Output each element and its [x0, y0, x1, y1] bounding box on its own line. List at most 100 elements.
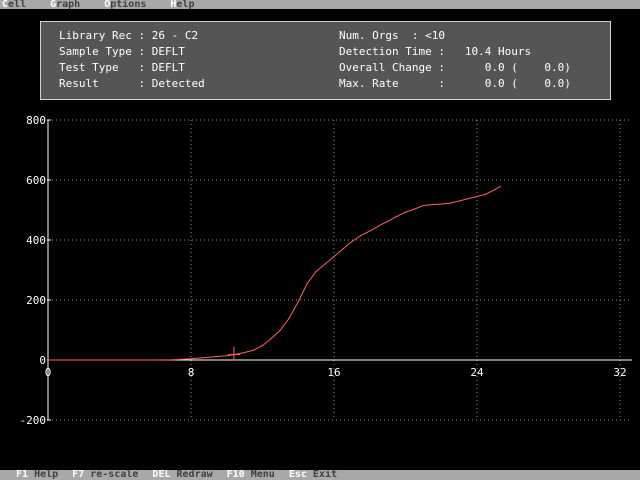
- max-rate-value: 0.0: [484, 77, 505, 90]
- series-0-point-23: [342, 248, 344, 250]
- menu-options[interactable]: Options: [104, 0, 146, 9]
- series-0-point-13: [252, 349, 255, 351]
- test-type-value: DEFLT: [151, 61, 185, 74]
- detection-time-value: 10.4 Hours: [464, 45, 532, 58]
- y-tick-label-0: 800: [26, 114, 46, 127]
- fkey-help-key: F1: [16, 470, 29, 480]
- fkey-rescale[interactable]: F7 re-scale: [72, 470, 138, 480]
- library-rec-value: 26 - C2: [151, 29, 199, 42]
- fkey-help-label: Help: [34, 470, 59, 480]
- y-tick-label-2: 400: [26, 234, 46, 247]
- menu-options-label: ptions: [110, 0, 147, 9]
- fkey-menu-key: F10: [226, 470, 245, 480]
- max-rate-paren-value: 0.0: [544, 77, 565, 90]
- fkey-redraw-key: DEL: [152, 470, 171, 480]
- series-0-point-12: [244, 351, 246, 354]
- overall-change-paren-value: 0.0: [544, 61, 565, 74]
- series-0-point-15: [270, 337, 273, 339]
- fkey-exit-label: Exit: [312, 470, 338, 480]
- test-type-row: Test Type : DEFLT: [59, 61, 185, 74]
- series-0-point-27: [378, 225, 380, 227]
- num-orgs-label: Num. Orgs: [339, 29, 399, 42]
- series-0-point-34: [440, 203, 442, 205]
- series-0-point-19: [306, 282, 308, 285]
- series-0-point-0: [47, 359, 49, 361]
- overall-change-label: Overall Change: [339, 61, 432, 74]
- info-panel: Library Rec : 26 - C2 Sample Type : DEFL…: [40, 21, 611, 100]
- test-type-label: Test Type: [59, 61, 119, 74]
- result-label: Result: [59, 77, 99, 90]
- series-0-point-37: [467, 198, 469, 200]
- menu-graph-label: raph: [56, 0, 81, 9]
- series-0-point-35: [449, 202, 451, 204]
- series-0-point-5: [136, 359, 138, 361]
- series-0-point-40: [494, 189, 496, 191]
- fkey-menu-label: Menu: [250, 470, 275, 480]
- fkey-redraw-label: Redraw: [176, 470, 213, 480]
- fkey-exit[interactable]: Esc Exit: [289, 470, 337, 480]
- max-rate-row: Max. Rate : 0.0 ( 0.0): [339, 77, 571, 90]
- series-0-point-22: [333, 255, 335, 258]
- series-0-point-36: [458, 200, 460, 202]
- function-key-bar: F1 Help F7 re-scale DEL Redraw F10 Menu …: [0, 470, 640, 480]
- sample-type-value: DEFLT: [151, 45, 185, 58]
- overall-change-row: Overall Change : 0.0 ( 0.0): [339, 61, 571, 74]
- series-0-point-20: [315, 270, 317, 273]
- fkey-rescale-label: re-scale: [90, 470, 139, 480]
- series-0-point-8: [190, 358, 192, 360]
- result-row: Result : Detected: [59, 77, 205, 90]
- series-0-point-14: [261, 345, 264, 347]
- series-0-point-30: [404, 211, 407, 213]
- series-0-point-17: [288, 317, 290, 319]
- series-0-point-32: [422, 204, 424, 207]
- num-orgs-row: Num. Orgs : <10: [339, 29, 445, 42]
- series-line-0: [48, 186, 501, 361]
- x-tick-label-3: 24: [470, 366, 484, 379]
- x-tick-label-4: 32: [613, 366, 626, 379]
- series-0-point-2: [83, 359, 85, 361]
- num-orgs-value: <10: [425, 29, 445, 42]
- menu-bar: Cell Graph Options Help: [0, 0, 640, 9]
- series-0-point-31: [413, 208, 416, 210]
- fkey-menu[interactable]: F10 Menu: [227, 470, 275, 480]
- sample-type-row: Sample Type : DEFLT: [59, 45, 185, 58]
- series-0-point-26: [369, 230, 371, 232]
- fkey-rescale-key: F7: [72, 470, 85, 480]
- y-tick-label-3: 200: [26, 294, 46, 307]
- chart-svg: 8006004002000-2000 8 16 24 32: [20, 114, 632, 427]
- library-rec-label: Library Rec: [59, 29, 132, 42]
- series-0-point-28: [387, 220, 389, 222]
- menu-cell[interactable]: Cell: [2, 0, 26, 9]
- x-tick-label-2: 16: [327, 366, 340, 379]
- series-0-point-10: [226, 355, 228, 357]
- y-tick-label-5: -200: [20, 414, 47, 427]
- x-tick-label-1: 8: [188, 366, 195, 379]
- sample-type-label: Sample Type: [59, 45, 132, 58]
- overall-change-value: 0.0: [484, 61, 505, 74]
- series-0-point-21: [324, 263, 326, 265]
- menu-help[interactable]: Help: [170, 0, 194, 9]
- menu-graph[interactable]: Graph: [50, 0, 80, 9]
- detection-time-label: Detection Time: [339, 45, 432, 58]
- series-0-point-39: [485, 193, 487, 195]
- series-0-point-33: [431, 204, 433, 206]
- series-0-point-6: [154, 359, 156, 361]
- detection-time-row: Detection Time : 10.4 Hours: [339, 45, 532, 58]
- series-0-point-9: [208, 356, 210, 358]
- result-value: Detected: [151, 77, 205, 90]
- menu-cell-label: ell: [8, 0, 27, 9]
- series-0-point-24: [351, 240, 353, 243]
- series-0-point-7: [172, 359, 174, 361]
- fkey-redraw[interactable]: DEL Redraw: [152, 470, 212, 480]
- series-0-point-25: [360, 234, 362, 237]
- series-0-point-38: [476, 195, 478, 198]
- series-0-point-29: [395, 216, 398, 218]
- y-tick-label-1: 600: [26, 174, 46, 187]
- series-0-point-18: [297, 300, 299, 303]
- menu-help-label: elp: [176, 0, 195, 9]
- series-0-point-1: [65, 359, 67, 361]
- series-0-point-4: [118, 359, 121, 361]
- max-rate-label: Max. Rate: [339, 77, 399, 90]
- x-tick-label-0: 0: [45, 366, 52, 379]
- fkey-help[interactable]: F1 Help: [16, 470, 58, 480]
